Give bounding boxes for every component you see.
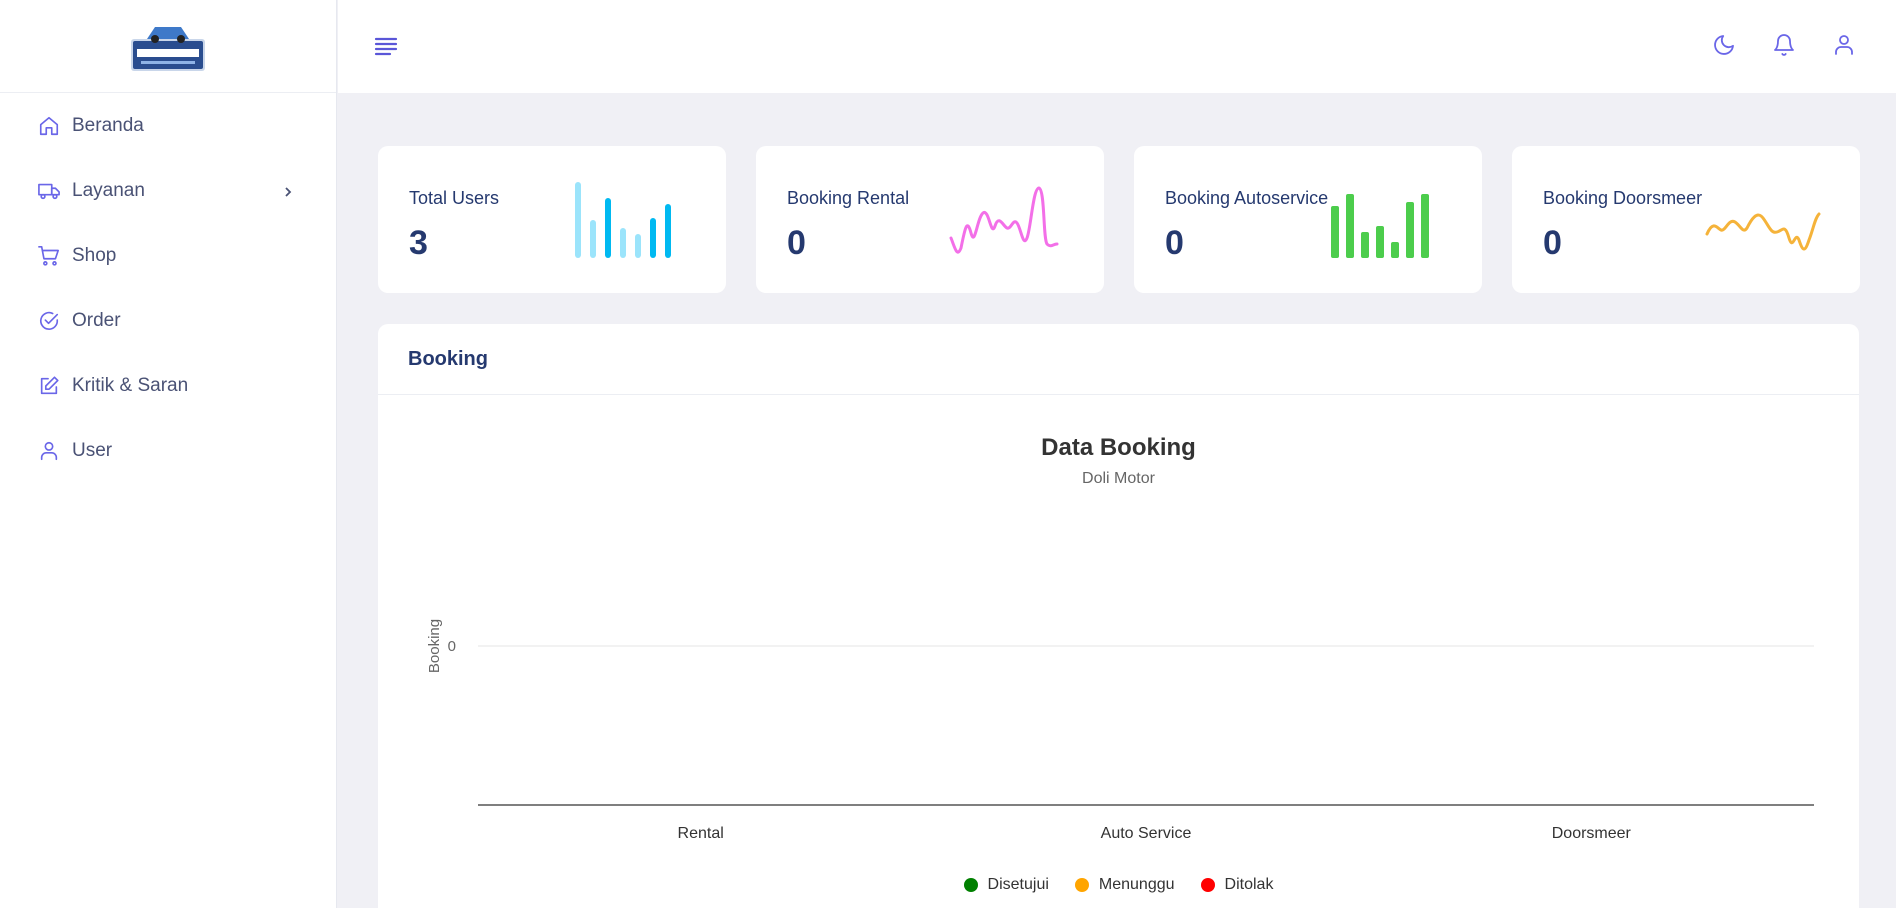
topbar	[338, 0, 1896, 93]
x-tick-label: Rental	[678, 825, 724, 842]
legend-item[interactable]: Menunggu	[1074, 876, 1175, 894]
booking-chart: 0 Booking Rental Auto Service Doorsmeer Data…	[378, 396, 1859, 908]
stat-value: 0	[787, 224, 806, 262]
stat-label: Total Users	[409, 188, 500, 208]
stat-value: 0	[1165, 224, 1184, 262]
topbar-actions	[1712, 32, 1856, 58]
logo-area	[0, 0, 336, 93]
y-tick-label: 0	[448, 638, 456, 655]
home-icon	[38, 115, 60, 137]
legend-dot	[1074, 878, 1089, 892]
x-tick-label: Auto Service	[1101, 825, 1192, 842]
stat-value: 0	[1543, 224, 1562, 262]
chart-title: Data Booking	[1041, 434, 1196, 461]
legend-dot	[1200, 878, 1215, 892]
user-icon[interactable]	[1832, 32, 1856, 58]
sidebar-item-shop[interactable]: Shop	[0, 223, 336, 288]
booking-panel: Booking 0 Booking Rental Auto Service Doorsm…	[378, 324, 1859, 908]
sidebar-item-label: Shop	[72, 244, 117, 266]
sidebar-item-label: User	[72, 439, 113, 461]
stat-label: Booking Autoservice	[1165, 188, 1329, 208]
sparkline-bars-blue	[575, 182, 671, 258]
sidebar-menu: Beranda Layanan Shop Order Kritik & Sara…	[0, 93, 336, 483]
sidebar-item-label: Order	[72, 309, 121, 331]
sidebar-item-label: Beranda	[72, 114, 144, 136]
doli-motor-logo[interactable]	[129, 19, 207, 73]
moon-icon[interactable]	[1712, 32, 1736, 58]
sparkline-line-pink	[949, 186, 1059, 254]
chart-legend: Disetujui Menunggu Ditolak	[378, 876, 1859, 894]
legend-label: Ditolak	[1224, 876, 1274, 893]
stat-cards: Total Users 3 Booking Rental 0 Booking A…	[378, 146, 1860, 293]
legend-item[interactable]: Disetujui	[963, 876, 1049, 894]
x-tick-label: Doorsmeer	[1552, 825, 1632, 842]
stat-card-total-users: Total Users 3	[378, 146, 726, 293]
sidebar-item-order[interactable]: Order	[0, 288, 336, 353]
chevron-right-icon[interactable]	[282, 185, 294, 197]
chart-subtitle: Doli Motor	[1082, 470, 1155, 487]
legend-label: Disetujui	[987, 876, 1049, 893]
legend-label: Menunggu	[1098, 876, 1175, 893]
check-circle-icon	[38, 310, 60, 332]
stat-card-booking-autoservice: Booking Autoservice 0	[1134, 146, 1482, 293]
legend-dot	[963, 878, 978, 892]
sidebar-item-kritik-saran[interactable]: Kritik & Saran	[0, 353, 336, 418]
truck-icon	[38, 180, 60, 202]
user-icon	[38, 440, 60, 462]
stat-label: Booking Doorsmeer	[1543, 188, 1703, 208]
bell-icon[interactable]	[1772, 32, 1796, 58]
legend-item[interactable]: Ditolak	[1200, 876, 1274, 894]
edit-icon	[38, 375, 60, 397]
sparkline-bars-green	[1331, 194, 1429, 258]
stat-label: Booking Rental	[787, 188, 910, 208]
panel-header: Booking	[378, 324, 1859, 395]
y-axis-title: Booking	[426, 619, 443, 673]
panel-title: Booking	[408, 347, 488, 370]
sidebar-item-label: Layanan	[72, 179, 145, 201]
stat-card-booking-doorsmeer: Booking Doorsmeer 0	[1512, 146, 1860, 293]
sidebar-item-layanan[interactable]: Layanan	[0, 158, 336, 223]
stat-card-booking-rental: Booking Rental 0	[756, 146, 1104, 293]
cart-icon	[38, 245, 60, 267]
sidebar-item-user[interactable]: User	[0, 418, 336, 483]
sidebar-item-beranda[interactable]: Beranda	[0, 93, 336, 158]
stat-value: 3	[409, 224, 428, 262]
sidebar-item-label: Kritik & Saran	[72, 374, 189, 396]
sparkline-line-orange	[1705, 212, 1821, 251]
sidebar: Beranda Layanan Shop Order Kritik & Sara…	[0, 0, 337, 908]
menu-icon[interactable]	[374, 36, 398, 56]
